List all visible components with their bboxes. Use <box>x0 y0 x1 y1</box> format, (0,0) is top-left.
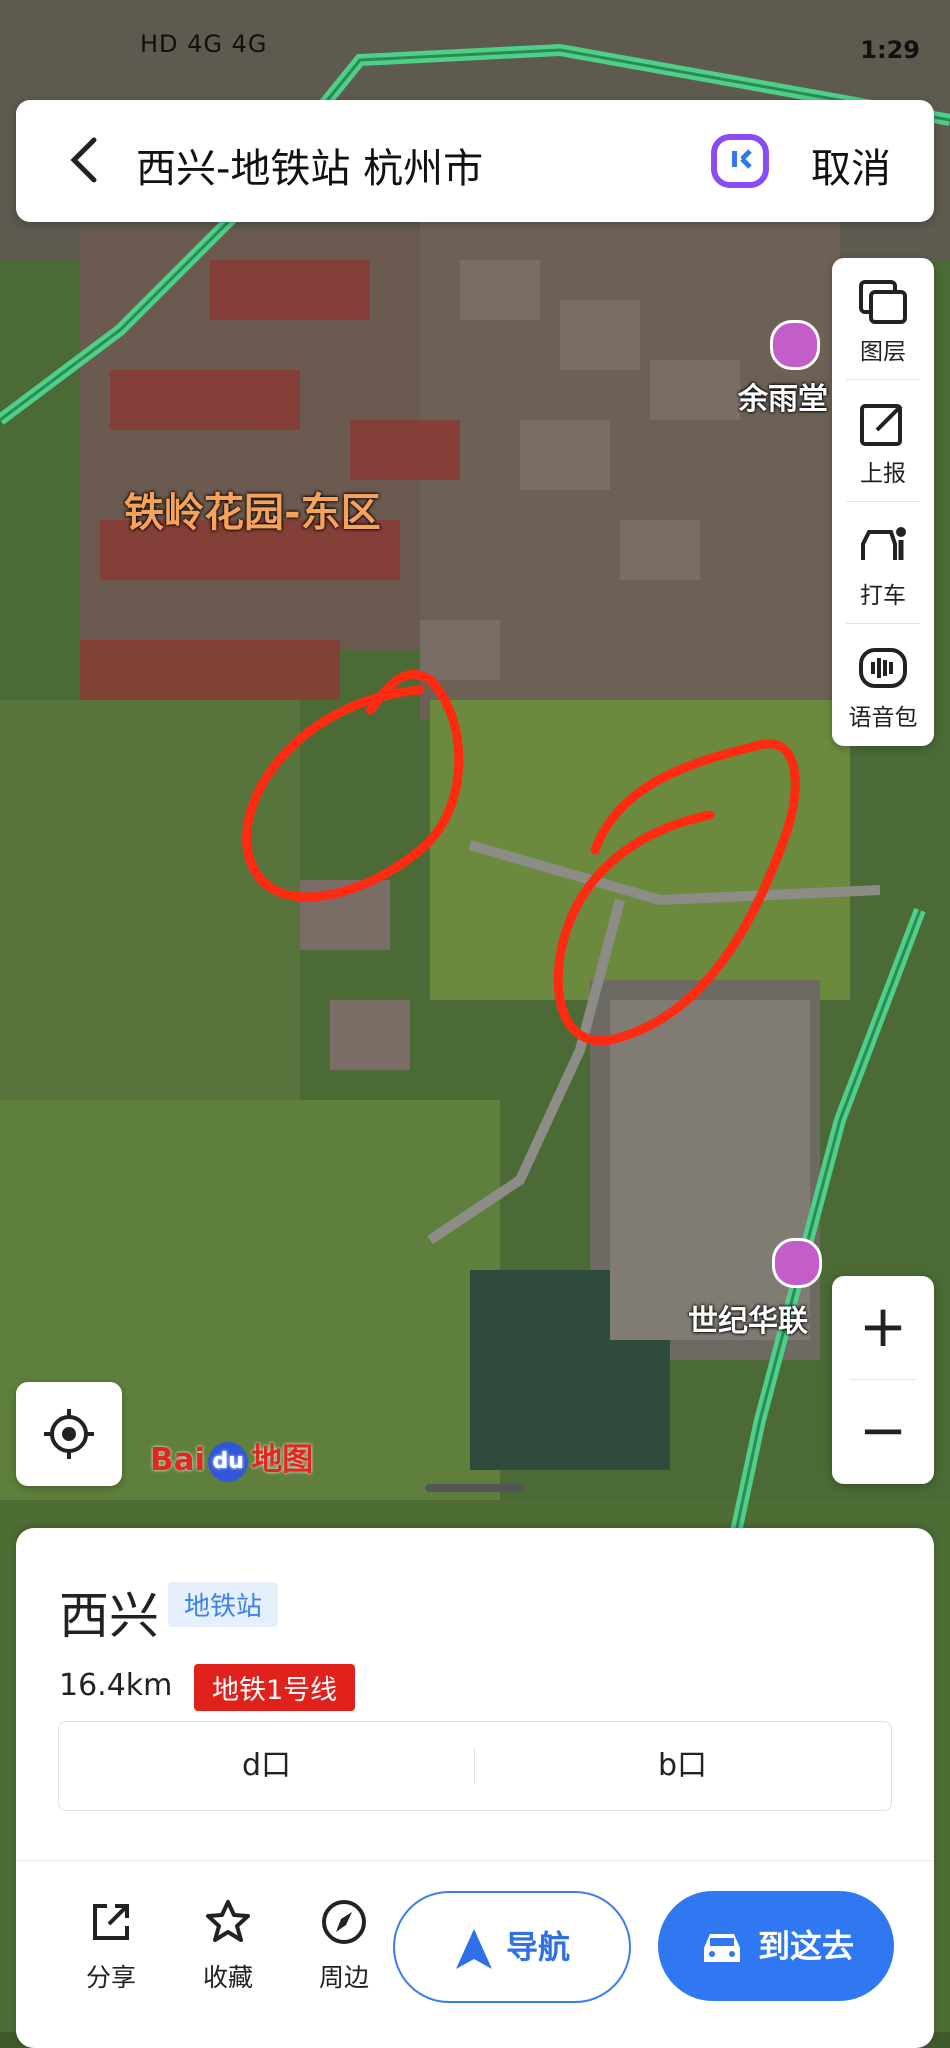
distance: 16.4km <box>59 1668 173 1703</box>
drag-handle[interactable] <box>425 1484 525 1492</box>
locate-icon <box>44 1409 94 1459</box>
taxi-icon <box>861 527 906 560</box>
report-edit-icon <box>860 404 903 446</box>
share-label: 分享 <box>85 1963 136 1992</box>
share-icon <box>93 1904 129 1940</box>
car-icon <box>703 1934 740 1962</box>
go-here-label: 到这去 <box>757 1927 854 1965</box>
tool-taxi[interactable]: 打车 <box>832 502 934 624</box>
zoom-in-button[interactable]: + <box>832 1276 934 1376</box>
navigate-label: 导航 <box>505 1928 570 1966</box>
navigate-button[interactable]: 导航 <box>393 1891 631 2003</box>
poi-label-top[interactable]: 余雨堂 <box>738 374 828 418</box>
go-here-button[interactable]: 到这去 <box>658 1891 894 2001</box>
clock: 1:29 <box>860 36 920 64</box>
search-query[interactable]: 西兴-地铁站 杭州市 <box>136 136 483 194</box>
cancel-button[interactable]: 取消 <box>811 136 891 194</box>
zoom-out-button[interactable]: − <box>832 1380 934 1480</box>
search-bar[interactable]: 西兴-地铁站 杭州市 取消 <box>16 100 934 222</box>
layers-icon <box>859 280 907 324</box>
nearby-button[interactable]: 周边 <box>299 1898 389 1994</box>
residential-area-label: 铁岭花园-东区 <box>124 490 381 536</box>
navigation-arrow-icon <box>455 1929 492 1969</box>
tool-label: 上报 <box>860 461 906 487</box>
tool-layers[interactable]: 图层 <box>832 258 934 380</box>
tool-label: 打车 <box>860 583 906 609</box>
favorite-label: 收藏 <box>202 1963 253 1992</box>
tool-label: 语音包 <box>848 705 918 731</box>
signal-indicators: HD 4G 4G <box>140 30 268 58</box>
category-tag: 地铁站 <box>168 1582 279 1627</box>
assistant-icon[interactable] <box>710 133 770 189</box>
tool-label: 图层 <box>860 339 906 365</box>
place-detail-card: 西兴 地铁站 16.4km 地铁1号线 d口 b口 分享 收藏 周边 导航 到这… <box>16 1528 934 2048</box>
star-icon <box>206 1900 250 1942</box>
exit-b-button[interactable]: b口 <box>475 1722 890 1810</box>
zoom-control: + − <box>832 1276 934 1484</box>
shop-poi-icon[interactable] <box>772 1238 822 1288</box>
nearby-label: 周边 <box>318 1963 369 1992</box>
exit-selector: d口 b口 <box>58 1721 892 1811</box>
shop-poi-icon[interactable] <box>770 320 820 370</box>
tool-voice-pack[interactable]: 语音包 <box>832 624 934 746</box>
locate-button[interactable] <box>16 1382 122 1486</box>
voice-pack-icon <box>859 648 907 688</box>
poi-label-bottom[interactable]: 世纪华联 <box>688 1296 808 1340</box>
tool-report[interactable]: 上报 <box>832 380 934 502</box>
baidu-map-logo: Bai du 地图 <box>150 1434 313 1482</box>
paw-icon: du <box>208 1441 249 1482</box>
share-button[interactable]: 分享 <box>66 1898 156 1994</box>
back-icon[interactable] <box>56 130 116 190</box>
map-tool-panel: 图层 上报 打车 语音包 <box>832 258 934 746</box>
metro-line-badge[interactable]: 地铁1号线 <box>194 1664 356 1711</box>
status-bar: HD 4G 4G 1:29 <box>0 0 950 95</box>
place-name: 西兴 <box>59 1587 159 1645</box>
favorite-button[interactable]: 收藏 <box>183 1898 273 1994</box>
compass-icon <box>322 1900 366 1944</box>
exit-d-button[interactable]: d口 <box>59 1722 474 1810</box>
